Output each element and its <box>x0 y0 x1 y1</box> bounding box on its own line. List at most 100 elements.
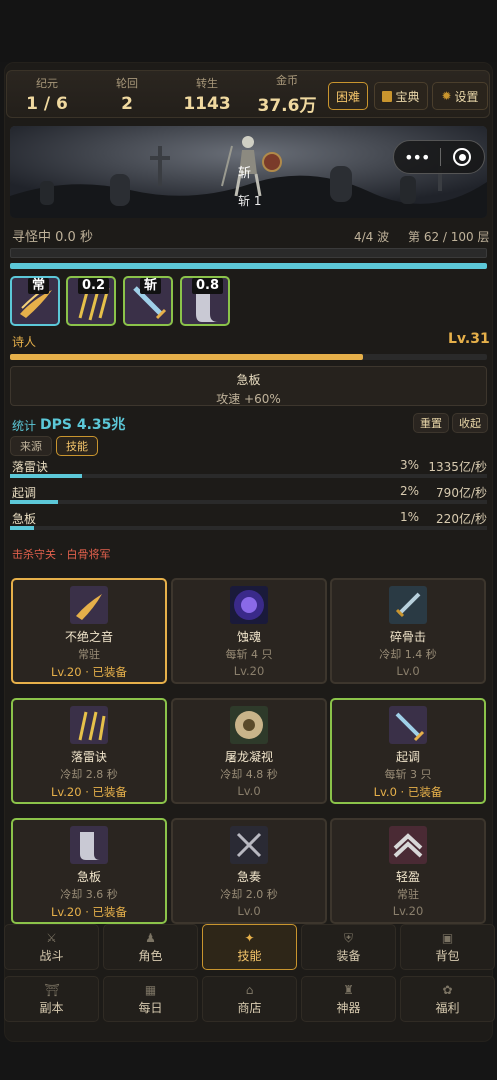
difficulty-button[interactable]: 困难 <box>328 82 368 110</box>
codex-label: 宝典 <box>395 89 420 104</box>
skill-card[interactable]: 落雷诀 冷却 2.8 秒 Lv.20 · 已装备 <box>11 698 167 804</box>
skill-name: 蚀魂 <box>236 630 261 644</box>
dps-value: DPS 4.35兆 <box>40 417 126 433</box>
skill-icon-box <box>70 706 108 744</box>
nav-label: 装备 <box>336 949 361 963</box>
nav-8[interactable]: ♜ 神器 <box>301 976 396 1022</box>
reset-button[interactable]: 重置 <box>413 413 449 433</box>
skill-icon-box <box>230 706 268 744</box>
nav-label: 角色 <box>138 949 163 963</box>
progress-fill <box>10 263 487 269</box>
nav-label: 神器 <box>336 1001 361 1015</box>
nav-1[interactable]: ♟ 角色 <box>103 924 198 970</box>
reset-label: 重置 <box>420 417 442 430</box>
nav-4[interactable]: ▣ 背包 <box>400 924 495 970</box>
nav-0[interactable]: ⚔ 战斗 <box>4 924 99 970</box>
skill-desc: 冷却 3.6 秒 <box>60 888 118 901</box>
skill-card[interactable]: 急板冷却 3.6 秒 Lv.20 · 已装备 <box>11 818 167 924</box>
more-icon[interactable]: ••• <box>394 148 440 167</box>
skill-card[interactable]: 轻盈 常驻 Lv.20 <box>330 818 486 924</box>
dps-skill-name: 起调 <box>12 486 37 500</box>
artifact-icon: ♜ <box>343 983 354 997</box>
skill-level: Lv.20 · 已装备 <box>50 785 128 799</box>
skill-card[interactable]: 蚀魂每斩 4 只 Lv.20 <box>171 578 327 684</box>
stat-value: 1143 <box>183 93 231 114</box>
dps-percent: 2% <box>400 484 420 498</box>
dps-row: 落雷诀 3% 1335亿/秒 <box>10 458 487 478</box>
tab-source[interactable]: 来源 <box>10 436 52 456</box>
skill-card[interactable]: 碎骨击 冷却 1.4 秒 Lv.0 <box>330 578 486 684</box>
gear-icon: ✹ <box>441 89 452 103</box>
settings-label: 设置 <box>454 89 479 104</box>
sword-icon <box>395 592 421 618</box>
stats-label: 统计 <box>12 419 37 433</box>
skill-level: Lv.0 <box>396 664 420 678</box>
bag-icon: ▣ <box>441 931 454 945</box>
skill-name: 急板 <box>76 870 101 884</box>
nav-label: 副本 <box>39 1001 64 1015</box>
close-icon[interactable] <box>440 148 484 166</box>
skill-level: Lv.20 · 已装备 <box>50 905 128 919</box>
buff-title: 急板 <box>236 373 261 387</box>
nav-label: 技能 <box>237 949 262 963</box>
skill-level: Lv.20 <box>233 664 265 678</box>
skill-desc: 冷却 2.8 秒 <box>60 768 118 781</box>
nav-6[interactable]: ▦ 每日 <box>103 976 198 1022</box>
skill-card[interactable]: 起调 每斩 3 只 Lv.0 · 已装备 <box>330 698 486 804</box>
nav-2[interactable]: ✦ 技能 <box>202 924 297 970</box>
scroll-icon <box>80 832 100 860</box>
tab-skills[interactable]: 技能 <box>56 436 98 456</box>
soul-orb-icon <box>234 590 264 620</box>
skill-desc: 冷却 2.0 秒 <box>220 888 278 901</box>
stat-value: 2 <box>121 93 133 114</box>
dps-percent: 3% <box>400 458 420 472</box>
stat-value: 37.6万 <box>257 96 317 116</box>
collapse-label: 收起 <box>459 417 481 430</box>
crossed-swords-icon <box>236 832 262 858</box>
skill-name: 轻盈 <box>395 870 420 884</box>
skill-name: 不绝之音 <box>64 630 113 644</box>
stat-era: 纪元 1 / 6 <box>7 75 87 114</box>
skill-icon-box <box>70 586 108 624</box>
search-bar <box>10 248 487 258</box>
dps-amount: 220亿/秒 <box>436 512 487 526</box>
eye-icon <box>235 711 263 739</box>
settings-button[interactable]: ✹ 设置 <box>432 82 488 110</box>
search-status: 寻怪中 0.0 秒 <box>12 230 93 245</box>
codex-button[interactable]: 宝典 <box>374 82 428 110</box>
person-icon: ♟ <box>145 931 156 945</box>
nav-5[interactable]: ⛩ 副本 <box>4 976 99 1022</box>
nav-9[interactable]: ✿ 福利 <box>400 976 495 1022</box>
skill-icon-box <box>389 586 427 624</box>
dps-skill-name: 落雷诀 <box>12 460 49 474</box>
tab-skills-label: 技能 <box>66 440 88 453</box>
shop-icon: ⌂ <box>245 983 254 997</box>
nav-7[interactable]: ⌂ 商店 <box>202 976 297 1022</box>
tab-source-label: 来源 <box>20 440 42 453</box>
skill-desc: 冷却 4.8 秒 <box>220 768 278 781</box>
buff-effect: 攻速 +60% <box>216 392 281 406</box>
skill-card[interactable]: 不绝之音 常驻 Lv.20 · 已装备 <box>11 578 167 684</box>
skill-card[interactable]: 急奏 冷却 2.0 秒 Lv.0 <box>171 818 327 924</box>
floor-count: 第 62 / 100 层 <box>408 230 490 244</box>
dps-percent: 1% <box>400 510 420 524</box>
skill-card[interactable]: 屠龙凝视 冷却 4.8 秒 Lv.0 <box>171 698 327 804</box>
dps-share-fill <box>10 526 34 530</box>
stat-value: 1 / 6 <box>26 93 68 114</box>
skill-name: 起调 <box>395 750 420 764</box>
quick-chip-4: 0.8 <box>192 278 224 294</box>
xp-fill <box>10 354 363 360</box>
skill-name: 急奏 <box>236 870 261 884</box>
gift-icon: ✿ <box>442 983 453 997</box>
book-icon <box>382 90 393 102</box>
buff-panel: 急板 攻速 +60% <box>10 366 487 406</box>
collapse-button[interactable]: 收起 <box>452 413 488 433</box>
nav-3[interactable]: ⛨ 装备 <box>301 924 396 970</box>
hero-level: Lv.31 <box>448 331 490 347</box>
spark-icon: ✦ <box>244 931 255 945</box>
stat-label: 轮回 <box>116 76 138 90</box>
enemy-caption: 斩 1 <box>238 194 262 208</box>
dps-share-track <box>10 526 487 530</box>
skill-desc: 每斩 4 只 <box>225 648 273 661</box>
stat-label: 金币 <box>276 74 298 87</box>
